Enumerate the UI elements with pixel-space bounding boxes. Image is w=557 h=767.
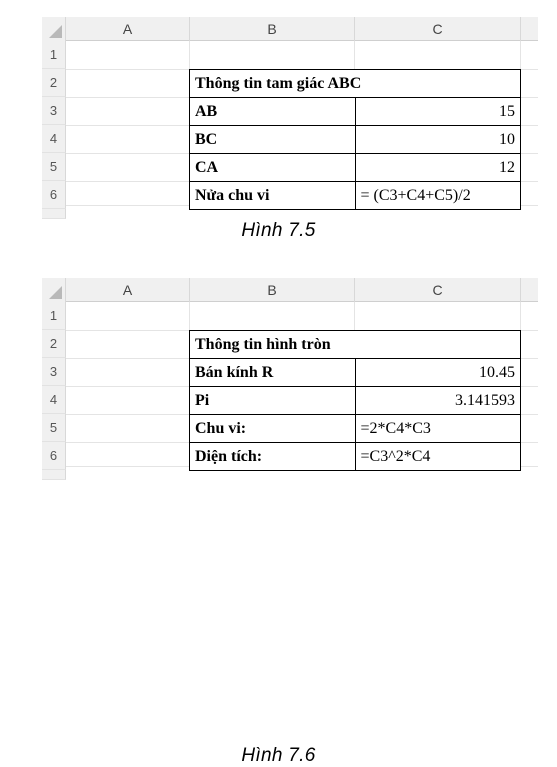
cell-c4-value[interactable]: 10 [354, 125, 521, 154]
table-row[interactable]: BC 10 [189, 125, 521, 154]
row-header-1-2[interactable]: 1 [42, 302, 66, 330]
row-header-2-1[interactable]: 2 [42, 69, 66, 97]
table-row[interactable]: Chu vi: =2*C4*C3 [189, 414, 521, 443]
cell-c5-value[interactable]: 12 [354, 153, 521, 182]
row-header-2-2[interactable]: 2 [42, 330, 66, 358]
row-header-5-2[interactable]: 5 [42, 414, 66, 442]
cell-b5-label[interactable]: CA [189, 153, 356, 182]
row-header-1-1[interactable]: 1 [42, 41, 66, 69]
column-header-row-1: A B C [42, 17, 538, 41]
cell-c3-value[interactable]: 10.45 [354, 358, 521, 387]
table-row[interactable]: Nửa chu vi = (C3+C4+C5)/2 [189, 181, 521, 210]
table-row[interactable]: Pi 3.141593 [189, 386, 521, 415]
cell-b3-label[interactable]: Bán kính R [189, 358, 356, 387]
column-header-c-2[interactable]: C [355, 278, 521, 302]
spreadsheet-grid-1[interactable]: A B C 1 2 3 4 5 6 Thông tin tam giác ABC… [42, 17, 538, 219]
column-header-c-1[interactable]: C [355, 17, 521, 41]
cell-c4-value[interactable]: 3.141593 [354, 386, 521, 415]
cell-b6-label[interactable]: Nửa chu vi [189, 181, 356, 210]
table-row[interactable]: Thông tin tam giác ABC [189, 69, 521, 98]
row-header-3-1[interactable]: 3 [42, 97, 66, 125]
cell-b4-label[interactable]: BC [189, 125, 356, 154]
column-header-partial-1[interactable] [521, 17, 538, 41]
row-header-5-1[interactable]: 5 [42, 153, 66, 181]
table-row[interactable]: Diện tích: =C3^2*C4 [189, 442, 521, 471]
column-header-a-2[interactable]: A [66, 278, 190, 302]
cell-b2-title[interactable]: Thông tin hình tròn [189, 330, 521, 359]
row-header-4-1[interactable]: 4 [42, 125, 66, 153]
cell-c5-formula[interactable]: =2*C4*C3 [354, 414, 521, 443]
cell-b4-label[interactable]: Pi [189, 386, 356, 415]
row-header-4-2[interactable]: 4 [42, 386, 66, 414]
data-table-circle: Thông tin hình tròn Bán kính R 10.45 Pi … [189, 330, 521, 471]
select-all-triangle-icon [49, 286, 62, 299]
column-header-b-1[interactable]: B [190, 17, 355, 41]
spreadsheet-grid-2[interactable]: A B C 1 2 3 4 5 6 Thông tin hình tròn Bá… [42, 278, 538, 480]
column-header-a-1[interactable]: A [66, 17, 190, 41]
row-header-7-partial-1[interactable] [42, 209, 66, 219]
select-all-triangle-icon [49, 25, 62, 38]
row-header-6-1[interactable]: 6 [42, 181, 66, 209]
column-header-partial-2[interactable] [521, 278, 538, 302]
table-row[interactable]: Thông tin hình tròn [189, 330, 521, 359]
table-row[interactable]: Bán kính R 10.45 [189, 358, 521, 387]
table-row[interactable]: AB 15 [189, 97, 521, 126]
cell-b6-label[interactable]: Diện tích: [189, 442, 356, 471]
cell-c6-formula[interactable]: = (C3+C4+C5)/2 [354, 181, 521, 210]
column-header-row-2: A B C [42, 278, 538, 302]
row-header-6-2[interactable]: 6 [42, 442, 66, 470]
table-row[interactable]: CA 12 [189, 153, 521, 182]
figure-caption-2: Hình 7.6 [241, 745, 316, 766]
cell-c3-value[interactable]: 15 [354, 97, 521, 126]
select-all-corner-2[interactable] [42, 278, 66, 302]
data-table-triangle: Thông tin tam giác ABC AB 15 BC 10 CA 12… [189, 69, 521, 210]
cell-b5-label[interactable]: Chu vi: [189, 414, 356, 443]
column-header-b-2[interactable]: B [190, 278, 355, 302]
cell-b3-label[interactable]: AB [189, 97, 356, 126]
row-header-3-2[interactable]: 3 [42, 358, 66, 386]
select-all-corner-1[interactable] [42, 17, 66, 41]
row-header-7-partial-2[interactable] [42, 470, 66, 480]
figure-caption-1: Hình 7.5 [241, 220, 316, 241]
cell-b2-title[interactable]: Thông tin tam giác ABC [189, 69, 521, 98]
cell-c6-formula[interactable]: =C3^2*C4 [354, 442, 521, 471]
